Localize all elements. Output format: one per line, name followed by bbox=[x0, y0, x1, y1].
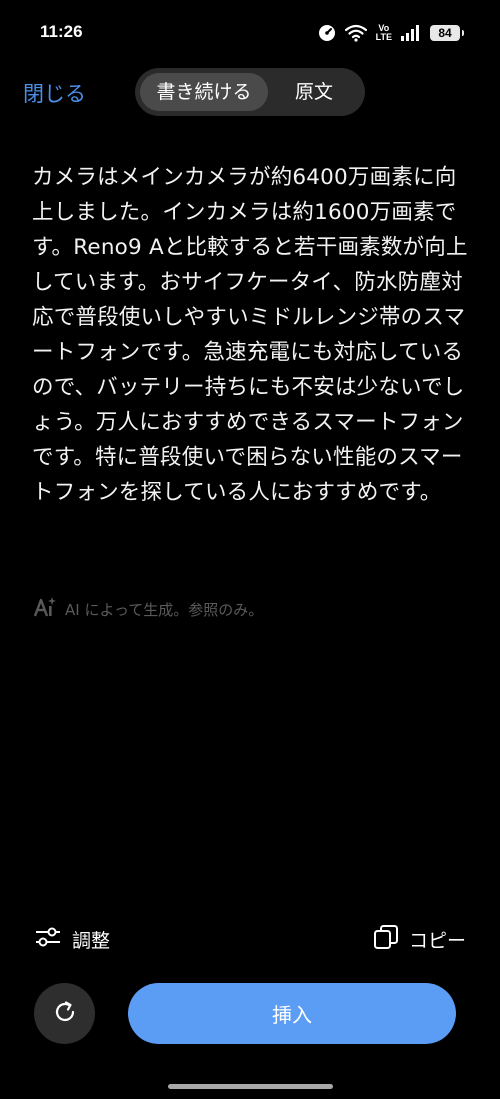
status-time: 11:26 bbox=[40, 22, 83, 41]
volte-bottom-label: LTE bbox=[375, 32, 392, 42]
refresh-icon bbox=[52, 999, 78, 1029]
signal-icon bbox=[401, 25, 421, 41]
regenerate-button[interactable] bbox=[34, 983, 95, 1044]
copy-label: コピー bbox=[408, 929, 466, 952]
copy-button[interactable]: コピー bbox=[373, 924, 466, 955]
generated-text: カメラはメインカメラが約6400万画素に向上しました。インカメラは約1600万画… bbox=[32, 165, 468, 505]
gauge-icon bbox=[318, 24, 336, 42]
tab-original-text[interactable]: 原文 bbox=[268, 73, 360, 111]
copy-icon bbox=[373, 924, 399, 955]
ai-sparkle-icon bbox=[33, 596, 57, 622]
ai-disclaimer: AI によって生成。参照のみ。 bbox=[33, 596, 263, 622]
close-button[interactable]: 閉じる bbox=[23, 78, 86, 108]
adjust-button[interactable]: 調整 bbox=[34, 925, 110, 954]
wifi-icon bbox=[344, 24, 367, 42]
status-icons: Vo LTE 84 bbox=[318, 22, 464, 44]
tab-continue-writing[interactable]: 書き続ける bbox=[140, 73, 268, 111]
home-indicator[interactable] bbox=[168, 1084, 333, 1089]
ai-disclaimer-text: AI によって生成。参照のみ。 bbox=[65, 600, 264, 619]
mode-switch: 書き続ける 原文 bbox=[135, 68, 365, 116]
battery-icon: 84 bbox=[430, 25, 464, 41]
action-row: 調整 コピー bbox=[34, 924, 466, 954]
insert-button[interactable]: 挿入 bbox=[128, 983, 456, 1044]
adjust-label: 調整 bbox=[72, 929, 111, 952]
status-bar: 11:26 Vo LTE 84 bbox=[0, 0, 500, 64]
volte-icon: Vo LTE bbox=[376, 24, 392, 42]
sliders-icon bbox=[34, 925, 62, 954]
